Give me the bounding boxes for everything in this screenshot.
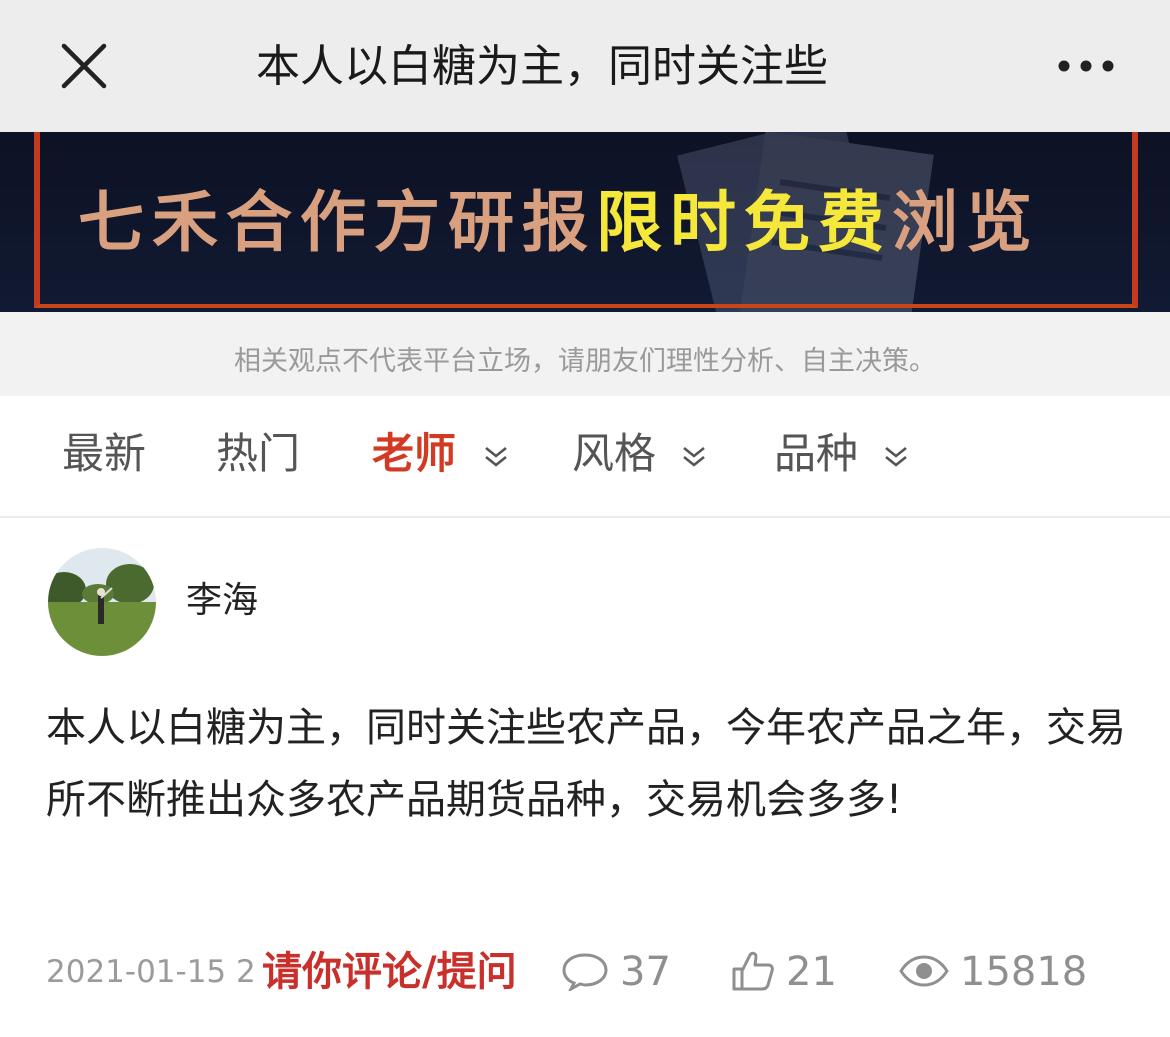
close-icon[interactable]	[58, 40, 110, 92]
promo-banner[interactable]: 七禾合作方研报限时免费浏览	[0, 132, 1170, 312]
disclaimer-text: 相关观点不代表平台立场，请朋友们理性分析、自主决策。	[0, 312, 1170, 396]
like-count-value: 21	[786, 949, 837, 995]
tab-teacher[interactable]: 老师	[372, 426, 509, 482]
tab-hot[interactable]: 热门	[216, 426, 300, 482]
tab-label: 老师	[372, 429, 457, 478]
tab-label: 热门	[216, 429, 301, 478]
banner-text-part1: 七禾合作方研报	[78, 184, 596, 261]
comment-ask-button[interactable]: 请你评论/提问	[262, 942, 517, 1002]
thumbs-up-icon	[732, 951, 774, 991]
page-title: 本人以白糖为主，同时关注些	[256, 41, 828, 92]
tab-label: 品种	[774, 429, 859, 478]
filter-tabs: 最新 热门 老师 风格 品种	[0, 396, 1170, 518]
tab-label: 最新	[62, 429, 147, 478]
post-content[interactable]: 本人以白糖为主，同时关注些农产品，今年农产品之年，交易所不断推出众多农产品期货品…	[46, 692, 1126, 836]
eye-icon	[899, 955, 949, 987]
tab-label: 风格	[572, 429, 657, 478]
top-nav-bar: 本人以白糖为主，同时关注些	[0, 0, 1170, 132]
banner-text-part2: 限时免费	[596, 184, 892, 261]
comment-icon	[562, 953, 608, 993]
chevron-down-icon	[885, 446, 908, 467]
view-count: 15818	[898, 942, 1087, 1002]
banner-text-part3: 浏览	[892, 184, 1040, 261]
comment-count[interactable]: 37	[560, 942, 671, 1002]
tab-variety[interactable]: 品种	[774, 426, 909, 482]
chevron-down-icon	[683, 446, 706, 467]
like-count[interactable]: 21	[730, 942, 837, 1002]
post-date: 2021-01-15 2	[46, 954, 256, 990]
author-name[interactable]: 李海	[186, 576, 258, 626]
avatar[interactable]	[48, 548, 156, 656]
avatar-image	[48, 548, 156, 656]
more-icon[interactable]	[1056, 52, 1116, 80]
tab-style[interactable]: 风格	[572, 426, 707, 482]
comment-count-value: 37	[620, 949, 671, 995]
view-count-value: 15818	[960, 949, 1088, 995]
tab-latest[interactable]: 最新	[62, 426, 146, 482]
banner-text: 七禾合作方研报限时免费浏览	[78, 178, 1040, 268]
chevron-down-icon	[484, 446, 507, 467]
